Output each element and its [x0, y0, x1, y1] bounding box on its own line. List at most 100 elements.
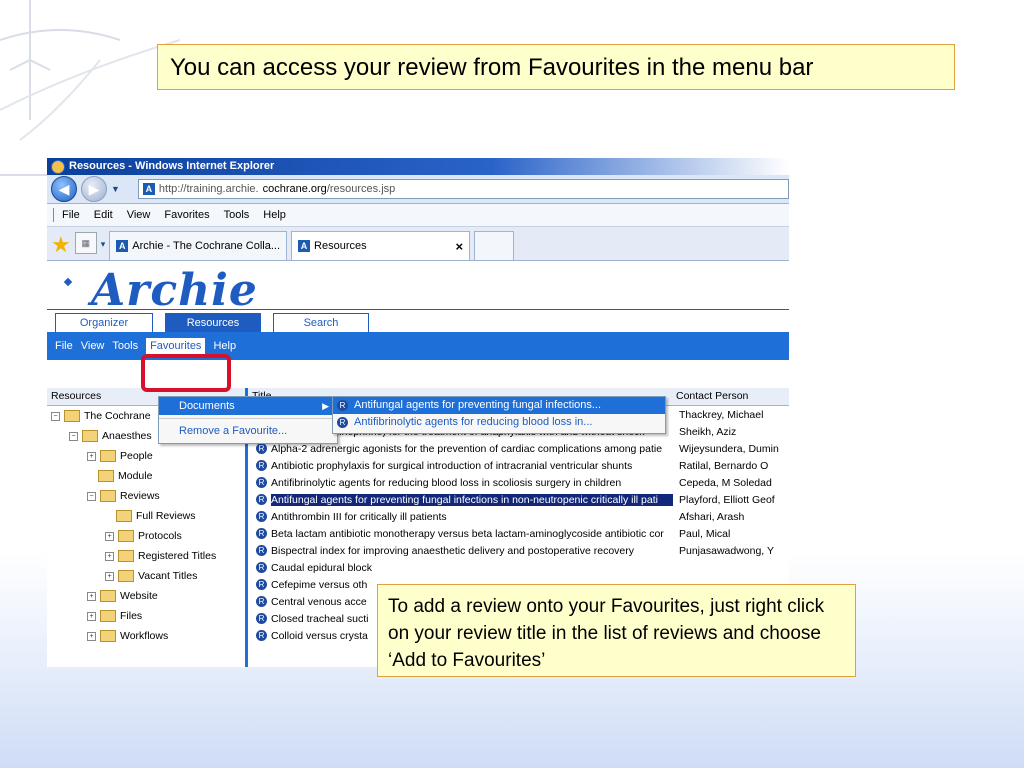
review-row[interactable]: R Bispectral index for improving anaesthe… [248, 542, 789, 559]
resources-tab-icon: A [298, 240, 311, 252]
favorites-star-icon[interactable]: ★ [51, 230, 71, 260]
menu-favorites[interactable]: Favorites [164, 209, 209, 221]
app-menu-file[interactable]: File [55, 340, 73, 352]
folder-icon [100, 450, 116, 462]
tree-node[interactable]: Full Reviews [47, 506, 245, 526]
tree-node[interactable]: + People [47, 446, 245, 466]
expand-toggle-icon[interactable]: + [105, 571, 114, 581]
review-contact: Punjasawadwong, Y [679, 544, 774, 557]
app-menu-view[interactable]: View [81, 340, 105, 352]
expand-toggle-icon[interactable]: + [87, 631, 96, 641]
tree-node-label: Full Reviews [136, 510, 196, 522]
tree-node[interactable]: + Vacant Titles [47, 566, 245, 586]
tree-node-label: Anaesthes [102, 430, 152, 442]
forward-button[interactable]: ▶ [81, 176, 107, 202]
app-menu-favourites[interactable]: Favourites [146, 338, 206, 354]
review-title: Alpha-2 adrenergic agonists for the prev… [271, 442, 663, 455]
new-tab-button[interactable] [474, 231, 515, 260]
favourite-doc-item[interactable]: R Antifibrinolytic agents for reducing b… [333, 414, 665, 431]
review-icon: R [256, 494, 267, 505]
folder-icon [98, 470, 114, 482]
tab-archie-label: Archie - The Cochrane Colla... [132, 240, 281, 252]
review-icon: R [256, 545, 267, 556]
review-contact: Wijeysundera, Dumin [679, 442, 779, 455]
review-contact: Ratilal, Bernardo O [679, 459, 769, 472]
expand-toggle-icon[interactable]: + [87, 451, 96, 461]
tab-list-dropdown-icon[interactable]: ▾ [101, 239, 106, 250]
review-contact: Afshari, Arash [679, 510, 745, 523]
tree-node-label: Vacant Titles [138, 570, 198, 582]
review-contact: Sheikh, Aziz [679, 425, 737, 438]
tree-node-label: People [120, 450, 153, 462]
expand-toggle-icon[interactable]: − [69, 431, 78, 441]
tab-archie[interactable]: A Archie - The Cochrane Colla... [109, 231, 288, 260]
folder-icon [118, 570, 134, 582]
history-dropdown-icon[interactable]: ▼ [111, 184, 120, 194]
expand-toggle-icon[interactable]: + [87, 611, 96, 621]
menu-edit[interactable]: Edit [94, 209, 113, 221]
tab-resources-label: Resources [314, 240, 367, 252]
review-contact: Paul, Mical [679, 527, 731, 540]
tree-node[interactable]: − Reviews [47, 486, 245, 506]
review-icon: R [256, 579, 267, 590]
documents-submenu: R Antifungal agents for preventing funga… [332, 396, 666, 434]
review-title: Antibiotic prophylaxis for surgical intr… [271, 459, 633, 472]
tree-node[interactable]: + Files [47, 606, 245, 626]
back-button[interactable]: ◀ [51, 176, 77, 202]
menu-item-documents[interactable]: Documents ▶ [159, 397, 337, 415]
expand-toggle-icon[interactable]: − [87, 491, 96, 501]
review-row[interactable]: R Antifungal agents for preventing fungal… [248, 491, 789, 508]
review-row[interactable]: R Antithrombin III for critically ill pat… [248, 508, 789, 525]
expand-toggle-icon[interactable]: + [87, 591, 96, 601]
address-bar[interactable]: A http://training.archie. cochrane.org/re… [137, 179, 789, 199]
review-title: Antifungal agents for preventing fungal … [271, 493, 673, 506]
review-row[interactable]: R Beta lactam antibiotic monotherapy vers… [248, 525, 789, 542]
tree-node[interactable]: + Website [47, 586, 245, 606]
review-row[interactable]: R Caudal epidural block [248, 559, 789, 576]
tree-node[interactable]: + Protocols [47, 526, 245, 546]
folder-icon [82, 430, 98, 442]
tab-resources[interactable]: A Resources × [291, 231, 471, 260]
top-caption: You can access your review from Favourit… [157, 44, 955, 90]
menu-file[interactable]: File [62, 209, 80, 221]
app-menu-help[interactable]: Help [213, 340, 236, 352]
quick-tabs-icon[interactable]: ▦ [74, 232, 97, 254]
expand-toggle-icon[interactable]: + [105, 551, 114, 561]
review-title: Antifibrinolytic agents for reducing blo… [271, 476, 622, 489]
app-menu-tools[interactable]: Tools [112, 340, 138, 352]
menu-tools[interactable]: Tools [224, 209, 250, 221]
tree-node-label: Module [118, 470, 153, 482]
close-tab-icon[interactable]: × [455, 239, 463, 254]
menu-item-remove-favourite[interactable]: Remove a Favourite... [159, 422, 337, 440]
tree-node-label: Workflows [120, 630, 169, 642]
review-title: Beta lactam antibiotic monotherapy versu… [271, 527, 664, 540]
folder-icon [100, 490, 116, 502]
folder-icon [100, 590, 116, 602]
review-row[interactable]: R Antifibrinolytic agents for reducing bl… [248, 474, 789, 491]
tab-search[interactable]: Search [273, 313, 369, 332]
window-title: Resources - Windows Internet Explorer [69, 160, 275, 172]
menu-help[interactable]: Help [263, 209, 286, 221]
tree-node[interactable]: + Workflows [47, 626, 245, 646]
review-icon: R [256, 511, 267, 522]
address-row: ◀ ▶ ▼ A http://training.archie. cochrane.… [47, 175, 789, 204]
folder-icon [100, 630, 116, 642]
tree-node[interactable]: Module [47, 466, 245, 486]
review-title: Bispectral index for improving anaesthet… [271, 544, 635, 557]
list-header-contact[interactable]: Contact Person [672, 388, 786, 405]
review-icon: R [256, 613, 267, 624]
favourite-doc-item[interactable]: R Antifungal agents for preventing funga… [333, 397, 665, 414]
archie-logo: Archie [91, 265, 258, 316]
menu-divider [159, 418, 337, 419]
review-icon: R [256, 528, 267, 539]
tree-node[interactable]: + Registered Titles [47, 546, 245, 566]
review-contact: Thackrey, Michael [679, 408, 764, 421]
tree-node-label: Registered Titles [138, 550, 217, 562]
review-row[interactable]: R Antibiotic prophylaxis for surgical int… [248, 457, 789, 474]
browser-tab-row: ★ ▦ ▾ A Archie - The Cochrane Colla... A… [47, 227, 789, 261]
expand-toggle-icon[interactable]: + [105, 531, 114, 541]
expand-toggle-icon[interactable]: − [51, 411, 60, 421]
tree-node-label: Reviews [120, 490, 160, 502]
menu-view[interactable]: View [127, 209, 151, 221]
review-icon: R [256, 596, 267, 607]
